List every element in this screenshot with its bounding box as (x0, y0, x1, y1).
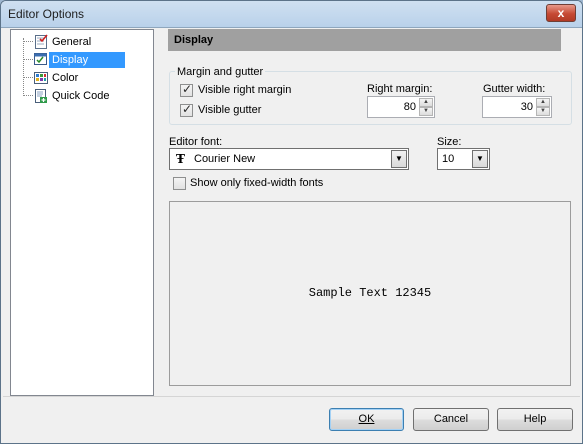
visible-gutter-label[interactable]: Visible gutter (198, 104, 261, 116)
fixed-width-checkbox[interactable] (173, 177, 186, 190)
tree-connector (23, 41, 33, 42)
cancel-button-label: Cancel (433, 413, 469, 425)
options-tree[interactable]: General Display Color Quick Code (10, 29, 154, 396)
right-margin-spinner[interactable]: 80 ▲ ▼ (367, 96, 435, 118)
ok-button-label: OK (358, 413, 375, 425)
spin-down-icon[interactable]: ▼ (536, 107, 550, 116)
panel-header: Display (168, 29, 561, 51)
font-preview: Sample Text 12345 (169, 201, 571, 386)
footer-separator (3, 396, 580, 397)
cancel-button[interactable]: Cancel (413, 408, 489, 431)
spinner-buttons[interactable]: ▲ ▼ (536, 98, 550, 116)
tree-item-label: Color (52, 72, 79, 84)
help-button[interactable]: Help (497, 408, 573, 431)
editor-font-combo[interactable]: Ŧ Courier New ▼ (169, 148, 409, 170)
ok-button[interactable]: OK (329, 408, 404, 431)
size-label: Size: (437, 136, 462, 148)
tree-connector (23, 77, 33, 78)
font-size-value: 10 (442, 153, 455, 165)
gutter-width-spinner[interactable]: 30 ▲ ▼ (482, 96, 552, 118)
tree-item-general[interactable]: General (11, 33, 151, 51)
tree-item-label: General (52, 36, 92, 48)
color-grid-icon (34, 72, 48, 84)
visible-right-margin-checkbox[interactable] (180, 82, 193, 97)
editor-font-value: Courier New (194, 153, 256, 165)
tree-item-quick-code[interactable]: Quick Code (11, 87, 151, 105)
close-button[interactable]: x (546, 4, 576, 22)
sample-text: Sample Text 12345 (308, 286, 432, 300)
quick-code-icon (35, 89, 47, 103)
spin-up-icon[interactable]: ▲ (419, 98, 433, 107)
spinner-buttons[interactable]: ▲ ▼ (419, 98, 433, 116)
chevron-down-icon[interactable]: ▼ (391, 150, 407, 168)
panel-title: Display (174, 34, 214, 46)
visible-right-margin-label[interactable]: Visible right margin (198, 84, 291, 96)
window-title: Editor Options (8, 7, 85, 21)
tree-item-display[interactable]: Display (11, 51, 151, 69)
chevron-down-icon[interactable]: ▼ (472, 150, 488, 168)
visible-gutter-checkbox[interactable] (180, 102, 193, 117)
close-icon: x (557, 6, 565, 20)
dialog-client: General Display Color Quick Code Display… (3, 29, 580, 443)
editor-options-window: Editor Options x General Display Color Q… (0, 0, 583, 444)
tree-item-label: Display (49, 52, 125, 68)
font-size-combo[interactable]: 10 ▼ (437, 148, 490, 170)
help-button-label: Help (523, 413, 547, 425)
right-margin-value: 80 (403, 101, 416, 113)
tree-item-label: Quick Code (52, 90, 110, 102)
fixed-width-label[interactable]: Show only fixed-width fonts (190, 177, 323, 189)
group-title: Margin and gutter (175, 66, 266, 78)
tree-connector (23, 59, 33, 60)
gutter-width-label: Gutter width: (483, 83, 546, 95)
tree-item-color[interactable]: Color (11, 69, 151, 87)
spin-up-icon[interactable]: ▲ (536, 98, 550, 107)
spin-down-icon[interactable]: ▼ (419, 107, 433, 116)
editor-font-label: Editor font: (169, 136, 223, 148)
truetype-font-icon: Ŧ (176, 152, 185, 166)
display-check-icon (34, 53, 47, 65)
tree-connector (23, 95, 33, 96)
gutter-width-value: 30 (520, 101, 533, 113)
title-bar[interactable]: Editor Options x (1, 1, 582, 28)
checklist-icon (35, 34, 48, 49)
right-margin-label: Right margin: (367, 83, 433, 95)
